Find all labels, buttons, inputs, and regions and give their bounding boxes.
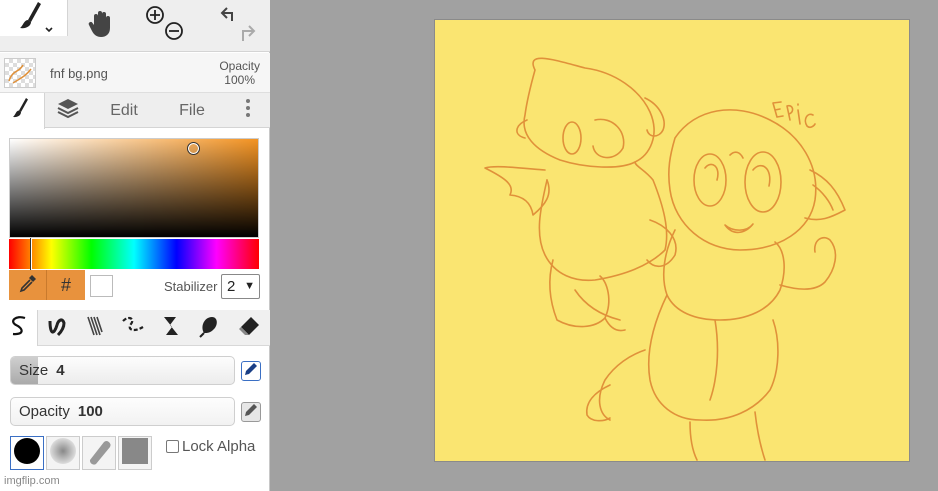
lock-alpha-label: Lock Alpha [182, 438, 256, 455]
fill-brush-icon [196, 313, 222, 344]
color-picker-handle[interactable] [187, 142, 200, 155]
eraser-button[interactable] [230, 310, 268, 346]
hue-slider[interactable] [9, 238, 259, 270]
hue-marker[interactable] [30, 238, 32, 270]
layer-opacity-value: 100% [224, 73, 255, 87]
stabilizer-label: Stabilizer [164, 279, 218, 294]
saturation-value-picker[interactable] [9, 138, 259, 238]
tab-more[interactable] [226, 93, 270, 128]
square-tip-icon [120, 436, 150, 471]
soft-tip-button[interactable] [46, 436, 80, 470]
dash-brush-icon [119, 313, 147, 344]
brush-icon [10, 96, 34, 127]
opacity-label: Opacity [19, 403, 70, 420]
square-tip-button[interactable] [118, 436, 152, 470]
brush-icon [14, 0, 54, 41]
size-value: 4 [56, 362, 65, 379]
pen-brush-icon [6, 313, 32, 344]
pill-tip-button[interactable] [82, 436, 116, 470]
more-vertical-icon [245, 98, 251, 123]
hard-round-tip-button[interactable] [10, 436, 44, 470]
ink-brush-icon [44, 313, 70, 344]
brush-tool-button[interactable] [0, 0, 68, 36]
file-row: fnf bg.png Opacity 100% [0, 53, 270, 93]
size-slider[interactable]: Size 4 [10, 356, 235, 385]
drawing-canvas[interactable] [434, 19, 910, 462]
hand-icon [87, 9, 115, 44]
opacity-value: 100 [77, 403, 103, 420]
ink-brush-button[interactable] [38, 310, 76, 346]
pen-brush-button[interactable] [0, 310, 38, 346]
hex-input-button[interactable]: # [47, 270, 85, 300]
size-pressure-toggle[interactable] [241, 361, 261, 381]
tab-edit[interactable]: Edit [90, 93, 158, 128]
lock-alpha-toggle[interactable]: Lock Alpha [166, 438, 255, 455]
layer-thumbnail[interactable] [4, 58, 36, 88]
eyedropper-button[interactable] [9, 270, 47, 300]
watermark: imgflip.com [4, 475, 60, 487]
calligraphy-brush-icon [158, 313, 184, 344]
undo-icon [211, 4, 259, 49]
tab-brush[interactable] [0, 93, 45, 129]
brush-type-row [0, 310, 270, 346]
zoom-tool-button[interactable] [134, 0, 200, 52]
soft-tip-icon [48, 436, 78, 471]
dash-brush-button[interactable] [114, 310, 152, 346]
lock-alpha-checkbox[interactable] [166, 440, 179, 453]
sketch-drawing [484, 57, 846, 461]
hand-tool-button[interactable] [68, 0, 134, 52]
pill-tip-icon [84, 436, 114, 471]
bristle-brush-icon [82, 313, 108, 344]
layers-icon [56, 97, 80, 124]
opacity-pressure-toggle[interactable] [241, 402, 261, 422]
stabilizer-value: 2 [227, 278, 236, 295]
bristle-brush-button[interactable] [76, 310, 114, 346]
opacity-slider[interactable]: Opacity 100 [10, 397, 235, 426]
pen-pressure-icon [244, 403, 258, 422]
zoom-icon [144, 4, 190, 49]
hard-round-tip-icon [12, 436, 42, 471]
editor-sidebar: fnf bg.png Opacity 100% Edit File # Stab… [0, 0, 270, 491]
color-tools: # [9, 270, 85, 300]
undo-redo-button[interactable] [200, 0, 270, 52]
tab-file[interactable]: File [158, 93, 226, 128]
eyedropper-icon [18, 273, 38, 298]
tool-row [0, 0, 270, 52]
file-name: fnf bg.png [50, 66, 108, 81]
chevron-down-icon: ▼ [244, 280, 255, 292]
panel-tabs: Edit File [0, 93, 270, 129]
tab-layers[interactable] [45, 93, 90, 128]
calligraphy-brush-button[interactable] [152, 310, 190, 346]
size-label: Size [19, 362, 49, 379]
layer-opacity: Opacity 100% [219, 59, 260, 87]
secondary-color-swatch[interactable] [90, 275, 113, 297]
eraser-icon [236, 313, 262, 344]
fill-brush-button[interactable] [190, 310, 228, 346]
stabilizer-select[interactable]: 2 ▼ [221, 274, 260, 299]
layer-opacity-label: Opacity [219, 59, 260, 73]
pen-pressure-icon [244, 362, 258, 381]
